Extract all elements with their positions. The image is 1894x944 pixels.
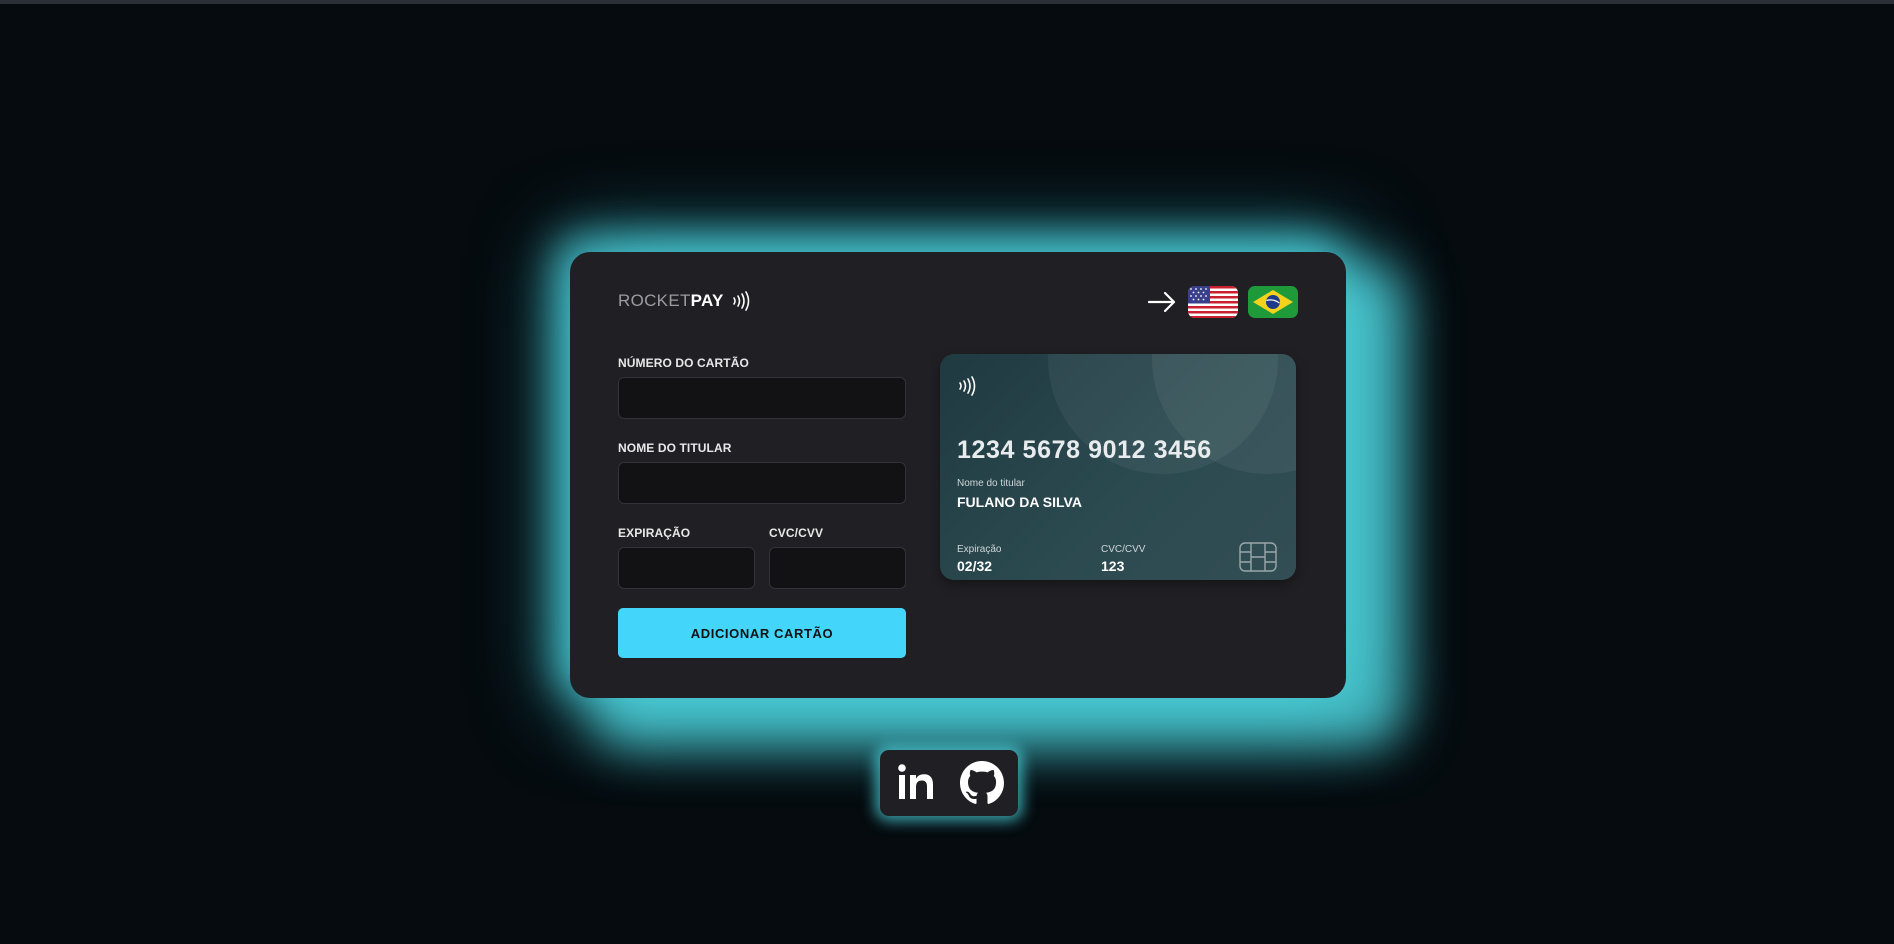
expiration-label: EXPIRAÇÃO	[618, 526, 691, 540]
linkedin-icon[interactable]	[894, 761, 938, 805]
github-icon[interactable]	[960, 761, 1004, 805]
card-preview-expiration-caption: Expiração	[957, 544, 1002, 555]
expiration-input[interactable]	[618, 547, 755, 589]
browser-top-strip	[0, 0, 1894, 4]
card-form: NÚMERO DO CARTÃO NOME DO TITULAR EXPIRAÇ…	[618, 356, 908, 589]
card-preview-cvc-value: 123	[1101, 558, 1125, 574]
holder-name-input[interactable]	[618, 462, 906, 504]
holder-name-field: NOME DO TITULAR	[618, 441, 908, 504]
add-card-button[interactable]: ADICIONAR CARTÃO	[618, 608, 906, 658]
logo-text-light: ROCKET	[618, 291, 691, 310]
cvc-input[interactable]	[769, 547, 906, 589]
rocketpay-logo: ROCKET PAY	[618, 290, 751, 312]
holder-name-label: NOME DO TITULAR	[618, 441, 732, 455]
card-preview-cvc-caption: CVC/CVV	[1101, 544, 1146, 555]
card-preview-number: 1234 5678 9012 3456	[957, 436, 1212, 464]
expiration-field: EXPIRAÇÃO	[618, 526, 755, 589]
card-preview: 1234 5678 9012 3456 Nome do titular FULA…	[940, 354, 1296, 580]
contactless-icon	[732, 291, 749, 311]
flag-us-icon[interactable]	[1188, 286, 1238, 318]
card-number-field: NÚMERO DO CARTÃO	[618, 356, 908, 419]
card-preview-expiration-value: 02/32	[957, 558, 993, 574]
payment-panel: ROCKET PAY NÚMERO DO CARTÃO NOME DO TITU…	[570, 252, 1346, 698]
card-number-label: NÚMERO DO CARTÃO	[618, 356, 749, 370]
contactless-icon	[959, 376, 976, 396]
header-actions	[1146, 286, 1298, 318]
card-number-input[interactable]	[618, 377, 906, 419]
expiration-cvc-row: EXPIRAÇÃO CVC/CVV	[618, 526, 908, 589]
card-preview-holder-caption: Nome do titular	[957, 478, 1025, 489]
chip-icon	[1239, 542, 1277, 572]
logo-text-bold: PAY	[690, 291, 724, 310]
cvc-label: CVC/CVV	[769, 526, 824, 540]
social-links	[880, 750, 1018, 816]
cvc-field: CVC/CVV	[769, 526, 906, 589]
arrow-right-icon[interactable]	[1146, 286, 1178, 318]
card-preview-holder-name: FULANO DA SILVA	[957, 494, 1082, 510]
flag-br-icon[interactable]	[1248, 286, 1298, 318]
